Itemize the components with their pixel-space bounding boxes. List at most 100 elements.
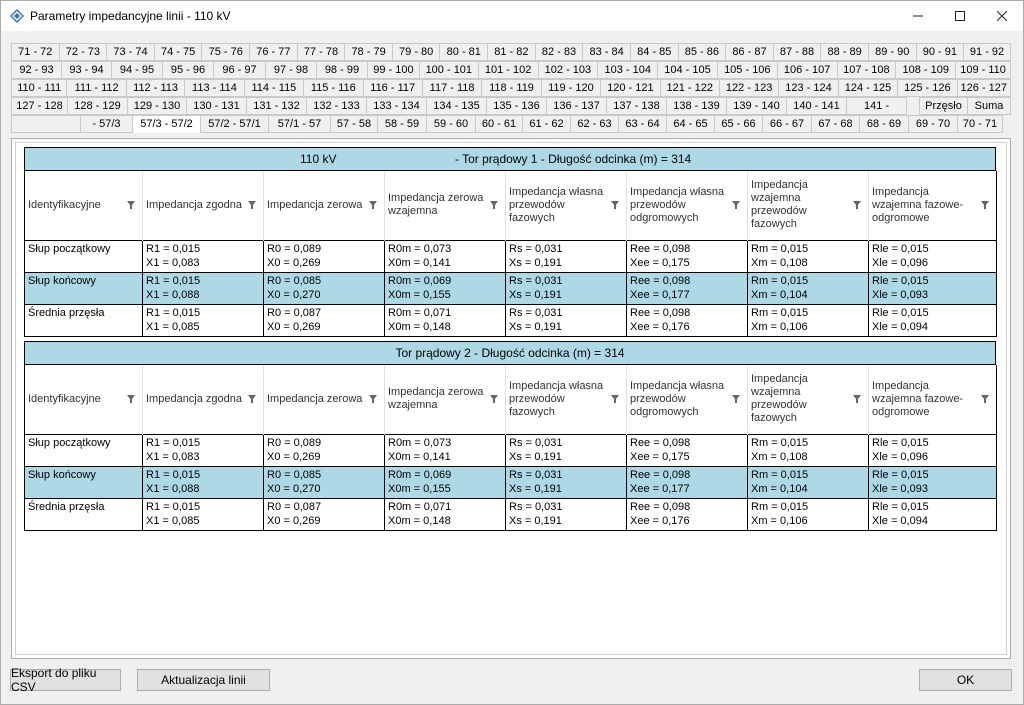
column-header[interactable]: Impedancja zerowa wzajemna [384,365,506,434]
tab-span[interactable]: 79 - 80 [392,43,441,61]
table-row[interactable]: Słup początkowy R1 = 0,015 X1 = 0,083 R0 = … [24,239,997,273]
filter-icon[interactable] [126,200,136,210]
table-row[interactable]: Słup początkowy R1 = 0,015 X1 = 0,083 R0 = … [24,433,997,467]
tab-span[interactable]: 120 - 121 [601,79,661,97]
tab-span[interactable]: 83 - 84 [583,43,631,61]
tab-span[interactable]: 139 - 140 [727,97,787,115]
tab-span[interactable]: 122 - 123 [719,79,780,97]
tab-span[interactable]: 140 - 141 [787,97,847,115]
column-header[interactable]: Impedancja zerowa [263,171,385,240]
tab-span[interactable]: 111 - 112 [67,79,127,97]
export-csv-button[interactable]: Eksport do pliku CSV [10,666,121,694]
filter-icon[interactable] [731,200,741,210]
column-header[interactable]: Impedancja wzajemna przewodów fazowych [747,365,869,434]
tab-span[interactable]: 97 - 98 [265,61,317,79]
tab-span[interactable]: 57 - 58 [331,115,378,133]
tab-span[interactable]: 116 - 117 [363,79,423,97]
tab-span[interactable]: 110 - 111 [11,79,68,97]
tab-span[interactable]: 66 - 67 [763,115,812,133]
tab-span[interactable]: 108 - 109 [896,61,957,79]
tab-span[interactable]: 105 - 106 [717,61,778,79]
filter-icon[interactable] [489,200,499,210]
column-header[interactable]: Impedancja wzajemna fazowe-odgromowe [868,365,997,434]
tab-span[interactable]: 86 - 87 [726,43,774,61]
tab-span[interactable]: 85 - 86 [678,43,727,61]
column-header[interactable]: Impedancja zgodna [142,365,264,434]
filter-icon[interactable] [368,200,378,210]
tab-span[interactable]: 118 - 119 [482,79,542,97]
filter-icon[interactable] [980,200,990,210]
filter-icon[interactable] [126,394,136,404]
tab-span[interactable]: 113 - 114 [185,79,245,97]
tab-span[interactable]: 90 - 91 [916,43,965,61]
filter-icon[interactable] [610,394,620,404]
tab-empty[interactable] [11,115,81,133]
close-button[interactable] [981,1,1023,31]
update-line-button[interactable]: Aktualizacja linii [137,669,270,691]
tab-span[interactable]: 141 - [847,97,907,115]
tab-span[interactable]: 64 - 65 [667,115,715,133]
table-row[interactable]: Średnia przęsła R1 = 0,015 X1 = 0,085 R0 = … [24,303,997,337]
tab-span[interactable]: - 57/3 [81,115,133,133]
tab-span[interactable]: 138 - 139 [667,97,727,115]
tab-span[interactable]: 99 - 100 [367,61,420,79]
tab-span[interactable]: 127 - 128 [11,97,68,115]
tab-span[interactable]: 77 - 78 [297,43,346,61]
tab-span[interactable]: 74 - 75 [154,43,203,61]
tab-span[interactable]: 95 - 96 [163,61,214,79]
tab-span[interactable]: 117 - 118 [422,79,483,97]
tab-span[interactable]: 68 - 69 [860,115,909,133]
tab-span[interactable]: 135 - 136 [487,97,547,115]
column-header[interactable]: Impedancja zgodna [142,171,264,240]
tab-span[interactable]: 67 - 68 [812,115,860,133]
column-header[interactable]: Impedancja własna przewodów fazowych [505,171,627,240]
tab-span[interactable]: 136 - 137 [547,97,607,115]
tab-span[interactable]: 104 - 105 [658,61,718,79]
tab-span[interactable]: 65 - 66 [715,115,763,133]
column-header[interactable]: Impedancja własna przewodów fazowych [505,365,627,434]
tab-span[interactable]: 101 - 102 [478,61,539,79]
tab-span[interactable]: 57/3 - 57/2 [133,115,201,133]
filter-icon[interactable] [980,394,990,404]
filter-icon[interactable] [610,200,620,210]
tab-span[interactable]: 81 - 82 [488,43,536,61]
tab-span[interactable]: 88 - 89 [821,43,869,61]
tab-span[interactable]: 129 - 130 [128,97,187,115]
filter-icon[interactable] [489,394,499,404]
tab-span[interactable]: 57/2 - 57/1 [201,115,269,133]
tab-span[interactable]: 60 - 61 [476,115,523,133]
column-header[interactable]: Impedancja wzajemna fazowe-odgromowe [868,171,997,240]
filter-icon[interactable] [852,200,862,210]
tab-span[interactable]: 94 - 95 [112,61,164,79]
column-header[interactable]: Impedancja zerowa wzajemna [384,171,506,240]
column-header[interactable]: Impedancja własna przewodów odgromowych [626,171,748,240]
tab-span[interactable]: 132 - 133 [307,97,367,115]
tab-suma[interactable]: Suma [968,97,1011,115]
tab-span[interactable]: 76 - 77 [250,43,298,61]
filter-icon[interactable] [247,200,257,210]
tab-span[interactable]: 78 - 79 [345,43,393,61]
tab-span[interactable]: 61 - 62 [523,115,571,133]
tab-span[interactable]: 125 - 126 [898,79,958,97]
filter-icon[interactable] [247,394,257,404]
tab-span[interactable]: 134 - 135 [427,97,487,115]
tab-span[interactable]: 87 - 88 [773,43,822,61]
tab-span[interactable]: 128 - 129 [68,97,128,115]
filter-icon[interactable] [731,394,741,404]
column-header[interactable]: Identyfikacyjne [24,365,143,434]
tab-span[interactable]: 93 - 94 [62,61,113,79]
column-header[interactable]: Impedancja własna przewodów odgromowych [626,365,748,434]
tab-span[interactable]: 100 - 101 [419,61,479,79]
table-row[interactable]: Słup końcowy R1 = 0,015 X1 = 0,088 R0 = 0,0… [24,465,997,499]
tab-span[interactable]: 75 - 76 [202,43,251,61]
tab-span[interactable]: 106 - 107 [777,61,838,79]
tab-span[interactable]: 131 - 132 [247,97,307,115]
tab-span[interactable]: 59 - 60 [427,115,476,133]
tab-span[interactable]: 114 - 115 [244,79,305,97]
ok-button[interactable]: OK [919,669,1012,691]
tab-span[interactable]: 123 - 124 [779,79,839,97]
tab-span[interactable]: 82 - 83 [535,43,584,61]
table-row[interactable]: Średnia przęsła R1 = 0,015 X1 = 0,085 R0 = … [24,497,997,531]
tab-span[interactable]: 63 - 64 [619,115,667,133]
minimize-button[interactable] [897,1,939,31]
